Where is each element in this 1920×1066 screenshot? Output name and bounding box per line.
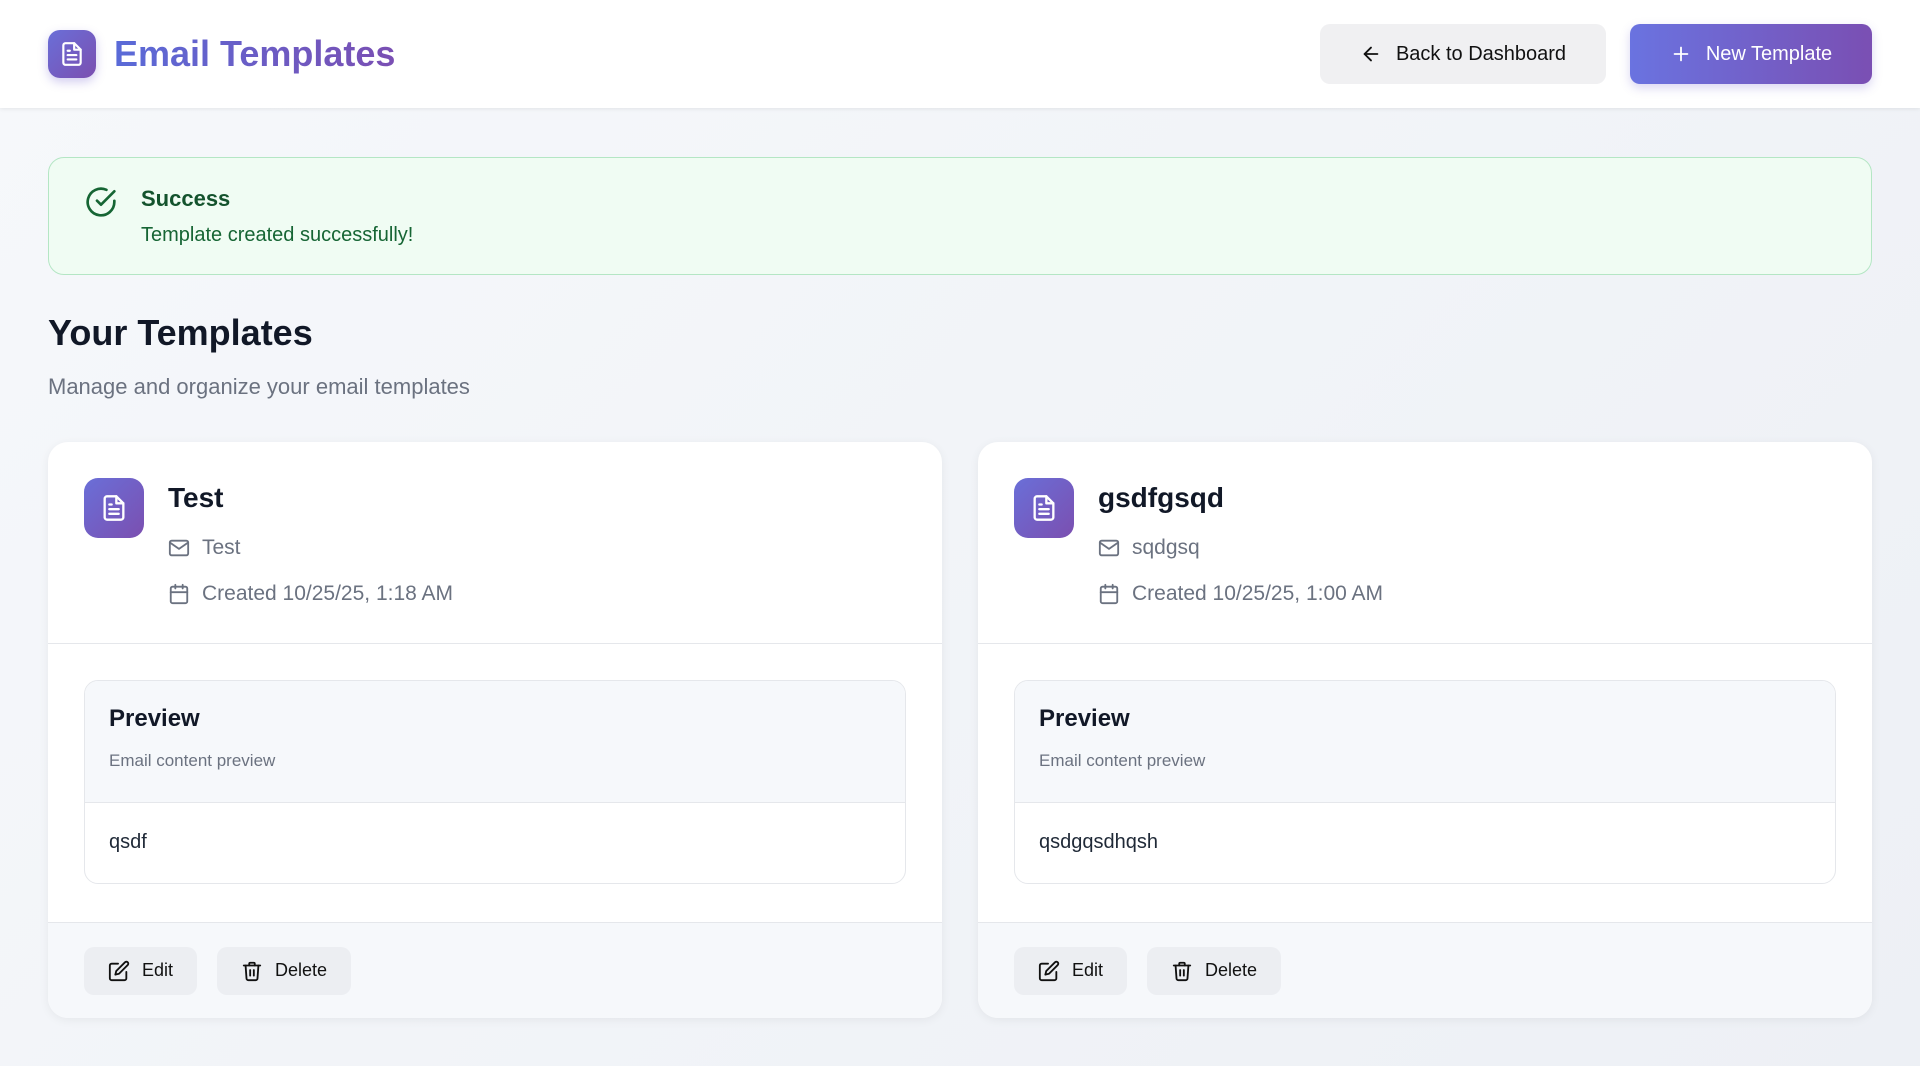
file-text-icon — [84, 478, 144, 538]
arrow-left-icon — [1360, 43, 1382, 65]
preview-title: Preview — [1039, 705, 1130, 732]
card-footer: Edit Delete — [978, 922, 1872, 1018]
template-created: Created 10/25/25, 1:18 AM — [168, 582, 453, 606]
alert-text: Success Template created successfully! — [141, 184, 413, 248]
back-to-dashboard-button[interactable]: Back to Dashboard — [1320, 24, 1606, 84]
template-name: gsdfgsqd — [1098, 482, 1224, 513]
success-alert: Success Template created successfully! — [48, 157, 1872, 275]
file-text-icon — [1014, 478, 1074, 538]
edit-label: Edit — [1072, 960, 1104, 980]
section-subtitle: Manage and organize your email templates — [48, 374, 470, 399]
card-header: gsdfgsqd sqdgsq Created 10/25/25, 1:00 A… — [978, 442, 1872, 644]
card-body: Preview Email content preview qsdf — [48, 644, 942, 922]
plus-icon — [1670, 43, 1692, 65]
alert-title: Success — [141, 186, 231, 211]
new-template-label: New Template — [1705, 42, 1833, 65]
calendar-icon — [168, 583, 190, 605]
template-subject: Test — [168, 536, 453, 560]
preview-header: Preview Email content preview — [85, 681, 905, 803]
card-info: Test Test Created 10/25/25, 1:18 AM — [168, 478, 453, 643]
trash-icon — [241, 960, 263, 982]
preview-description: Email content preview — [1039, 751, 1206, 770]
preview-panel: Preview Email content preview qsdgqsdhqs… — [1014, 680, 1836, 884]
brand: Email Templates — [48, 30, 395, 78]
preview-content: qsdgqsdhqsh — [1039, 831, 1158, 853]
delete-label: Delete — [275, 960, 328, 980]
template-card: gsdfgsqd sqdgsq Created 10/25/25, 1:00 A… — [978, 442, 1872, 1018]
card-body: Preview Email content preview qsdgqsdhqs… — [978, 644, 1872, 922]
preview-content: qsdf — [109, 831, 147, 853]
new-template-button[interactable]: New Template — [1630, 24, 1872, 84]
section-title: Your Templates — [48, 312, 313, 353]
header-actions: Back to Dashboard New Template — [1320, 24, 1872, 84]
top-header: Email Templates Back to Dashboard New Te… — [0, 0, 1920, 108]
check-circle-icon — [85, 186, 117, 218]
created-text: Created 10/25/25, 1:00 AM — [1132, 582, 1384, 605]
subject-text: sqdgsq — [1132, 536, 1200, 559]
delete-button[interactable]: Delete — [217, 946, 352, 995]
template-name: Test — [168, 482, 224, 513]
template-subject: sqdgsq — [1098, 536, 1383, 560]
preview-description: Email content preview — [109, 751, 276, 770]
edit-icon — [1038, 960, 1060, 982]
created-text: Created 10/25/25, 1:18 AM — [202, 582, 454, 605]
delete-label: Delete — [1205, 960, 1258, 980]
page-title: Email Templates — [114, 33, 396, 74]
edit-button[interactable]: Edit — [1014, 946, 1128, 995]
card-header: Test Test Created 10/25/25, 1:18 AM — [48, 442, 942, 644]
back-button-label: Back to Dashboard — [1395, 42, 1567, 65]
file-text-icon — [48, 30, 96, 78]
mail-icon — [1098, 537, 1120, 559]
template-card: Test Test Created 10/25/25, 1:18 AM Prev… — [48, 442, 942, 1018]
calendar-icon — [1098, 583, 1120, 605]
alert-message: Template created successfully! — [141, 224, 414, 246]
edit-icon — [108, 960, 130, 982]
edit-button[interactable]: Edit — [84, 946, 198, 995]
delete-button[interactable]: Delete — [1147, 946, 1282, 995]
card-info: gsdfgsqd sqdgsq Created 10/25/25, 1:00 A… — [1098, 478, 1383, 643]
preview-header: Preview Email content preview — [1015, 681, 1835, 803]
preview-title: Preview — [109, 705, 200, 732]
edit-label: Edit — [142, 960, 174, 980]
subject-text: Test — [202, 536, 241, 559]
trash-icon — [1171, 960, 1193, 982]
template-created: Created 10/25/25, 1:00 AM — [1098, 582, 1383, 606]
preview-panel: Preview Email content preview qsdf — [84, 680, 906, 884]
card-footer: Edit Delete — [48, 922, 942, 1018]
mail-icon — [168, 537, 190, 559]
